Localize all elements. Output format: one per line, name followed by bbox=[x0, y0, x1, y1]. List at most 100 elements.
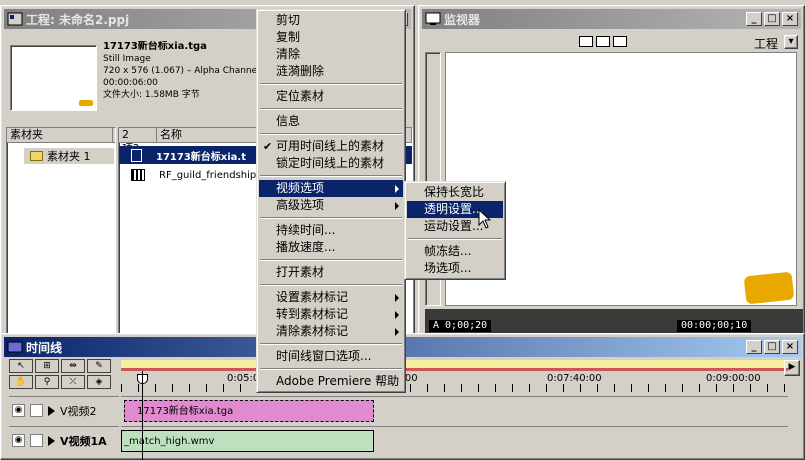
track-header-v1a: ◉ V视频1A bbox=[9, 426, 119, 454]
submenu-arrow-icon bbox=[395, 202, 399, 210]
bin-item[interactable]: 素材夹 1 bbox=[24, 148, 114, 164]
close-button[interactable]: × bbox=[782, 12, 798, 26]
single-view-icon[interactable] bbox=[596, 36, 610, 47]
video-options-submenu: 保持长宽比 透明设置... 运动设置... 帧冻结... 场选项... bbox=[404, 181, 506, 280]
menu-separator bbox=[260, 259, 402, 261]
monitor-titlebar[interactable]: 监视器 _ □ × bbox=[422, 9, 801, 29]
clip-duration: 00:00:06:00 bbox=[103, 78, 158, 88]
marker-tool-icon[interactable]: ◈ bbox=[87, 375, 111, 389]
track-name: V视频2 bbox=[60, 404, 97, 418]
trim-view-icon[interactable] bbox=[613, 36, 627, 47]
track-lane-v2[interactable]: 17173新台标xia.tga bbox=[121, 396, 788, 424]
dual-view-icon[interactable] bbox=[579, 36, 593, 47]
file-name: RF_guild_friendship_r bbox=[159, 169, 266, 181]
track-name: V视频1A bbox=[60, 434, 107, 448]
chevron-down-icon[interactable]: ▾ bbox=[784, 35, 798, 49]
menu-item-cut[interactable]: 剪切 bbox=[259, 12, 403, 29]
timeline-toolbox: ↖ ⊞ ⇹ ✎ ✋ ⚲ ⤫ ◈ bbox=[9, 359, 117, 391]
logo-mark bbox=[79, 100, 93, 106]
maximize-button[interactable]: □ bbox=[764, 12, 780, 26]
maximize-button[interactable]: □ bbox=[764, 340, 780, 354]
menu-item-lock-clip[interactable]: 锁定时间线上的素材 bbox=[259, 155, 403, 172]
select-tool-icon[interactable]: ↖ bbox=[9, 359, 33, 373]
folder-icon bbox=[30, 151, 43, 161]
menu-separator bbox=[260, 175, 402, 177]
menu-separator bbox=[260, 133, 402, 135]
clip-name: 17173新台标xia.tga bbox=[103, 41, 207, 52]
scroll-right-icon[interactable]: ▶ bbox=[784, 360, 800, 376]
menu-item-help[interactable]: Adobe Premiere 帮助 bbox=[259, 373, 403, 390]
time-ruler[interactable]: 0:05:0 0:02:20:00 0:07:40:00 0:09:00:00 bbox=[121, 360, 788, 394]
menu-separator bbox=[260, 284, 402, 286]
work-area-bar[interactable] bbox=[121, 360, 788, 368]
menu-item-copy[interactable]: 复制 bbox=[259, 29, 403, 46]
menu-item-advanced-options[interactable]: 高级选项 bbox=[259, 197, 403, 214]
menu-item-duration[interactable]: 持续时间... bbox=[259, 222, 403, 239]
menu-separator bbox=[260, 83, 402, 85]
checkmark-icon: ✔ bbox=[263, 140, 273, 153]
menu-item-speed[interactable]: 播放速度... bbox=[259, 239, 403, 256]
clip-thumbnail bbox=[10, 45, 97, 111]
bin-item-label: 素材夹 1 bbox=[47, 150, 91, 163]
monitor-source-label: 工程 bbox=[753, 37, 778, 51]
bin-header[interactable]: 素材夹 bbox=[7, 127, 113, 143]
menu-item-locate-clip[interactable]: 定位素材 bbox=[259, 88, 403, 105]
menu-separator bbox=[260, 343, 402, 345]
menu-item-ripple-delete[interactable]: 涟漪删除 bbox=[259, 63, 403, 80]
17173-logo-image bbox=[743, 271, 795, 305]
timeline-title: 时间线 bbox=[26, 340, 63, 355]
timeline-clip[interactable]: _match_high.wmv bbox=[121, 430, 374, 452]
project-icon bbox=[7, 12, 23, 26]
menu-item-field-options[interactable]: 场选项... bbox=[407, 260, 503, 277]
file-name: 17173新台标xia.t bbox=[156, 151, 246, 163]
track-lane-v1a[interactable]: _match_high.wmv bbox=[121, 426, 788, 454]
minimize-button[interactable]: _ bbox=[746, 340, 762, 354]
minimize-button[interactable]: _ bbox=[746, 12, 762, 26]
menu-item-set-marker[interactable]: 设置素材标记 bbox=[259, 289, 403, 306]
timecode-left: A 0;00;20 bbox=[429, 320, 492, 332]
image-file-icon bbox=[131, 148, 142, 162]
file-count-header[interactable]: 2 项?.. bbox=[119, 127, 157, 155]
monitor-view-toolbar bbox=[579, 36, 627, 47]
menu-item-keep-aspect[interactable]: 保持长宽比 bbox=[407, 184, 503, 201]
submenu-arrow-icon bbox=[395, 328, 399, 336]
zoom-tool-icon[interactable]: ⚲ bbox=[35, 375, 59, 389]
range-select-tool-icon[interactable]: ⊞ bbox=[35, 359, 59, 373]
lock-box[interactable] bbox=[30, 434, 43, 447]
menu-item-video-options[interactable]: 视频选项 bbox=[259, 180, 403, 197]
project-title: 工程: 未命名2.ppj bbox=[26, 12, 130, 27]
clip-context-menu: 剪切 复制 清除 涟漪删除 定位素材 信息 ✔ 可用时间线上的素材 锁定时间线上的… bbox=[256, 9, 406, 393]
menu-separator bbox=[260, 108, 402, 110]
ripple-edit-tool-icon[interactable]: ⇹ bbox=[61, 359, 85, 373]
menu-item-clear[interactable]: 清除 bbox=[259, 46, 403, 63]
monitor-icon bbox=[425, 12, 441, 25]
menu-item-open-clip[interactable]: 打开素材 bbox=[259, 264, 403, 281]
expand-triangle-icon[interactable] bbox=[48, 435, 55, 446]
link-tool-icon[interactable]: ⤫ bbox=[61, 375, 85, 389]
submenu-arrow-icon bbox=[395, 185, 399, 193]
expand-triangle-icon[interactable] bbox=[48, 405, 55, 416]
eye-icon[interactable]: ◉ bbox=[12, 434, 25, 447]
menu-item-timeline-options[interactable]: 时间线窗口选项... bbox=[259, 348, 403, 365]
menu-item-info[interactable]: 信息 bbox=[259, 113, 403, 130]
menu-item-goto-marker[interactable]: 转到素材标记 bbox=[259, 306, 403, 323]
menu-separator bbox=[260, 217, 402, 219]
menu-item-frame-hold[interactable]: 帧冻结... bbox=[407, 243, 503, 260]
close-button[interactable]: × bbox=[782, 340, 798, 354]
timeline-clip[interactable]: 17173新台标xia.tga bbox=[124, 400, 374, 422]
menu-item-enable-clip[interactable]: ✔ 可用时间线上的素材 bbox=[259, 138, 403, 155]
render-bar bbox=[121, 368, 788, 371]
ruler-label: 0:09:00:00 bbox=[706, 373, 761, 384]
menu-item-clear-marker[interactable]: 清除素材标记 bbox=[259, 323, 403, 340]
ruler-ticks bbox=[121, 384, 788, 392]
eye-icon[interactable]: ◉ bbox=[12, 404, 25, 417]
mouse-pointer-icon bbox=[478, 209, 492, 229]
video-file-icon bbox=[131, 169, 145, 181]
timeline-icon bbox=[7, 341, 23, 353]
clip-info: 17173新台标xia.tga Still Image 720 x 576 (1… bbox=[103, 41, 263, 101]
razor-tool-icon[interactable]: ✎ bbox=[87, 359, 111, 373]
lock-box[interactable] bbox=[30, 404, 43, 417]
bin-panel: 素材夹 素材夹 1 bbox=[6, 127, 116, 336]
track-header-v2: ◉ V视频2 bbox=[9, 396, 119, 424]
hand-tool-icon[interactable]: ✋ bbox=[9, 375, 33, 389]
